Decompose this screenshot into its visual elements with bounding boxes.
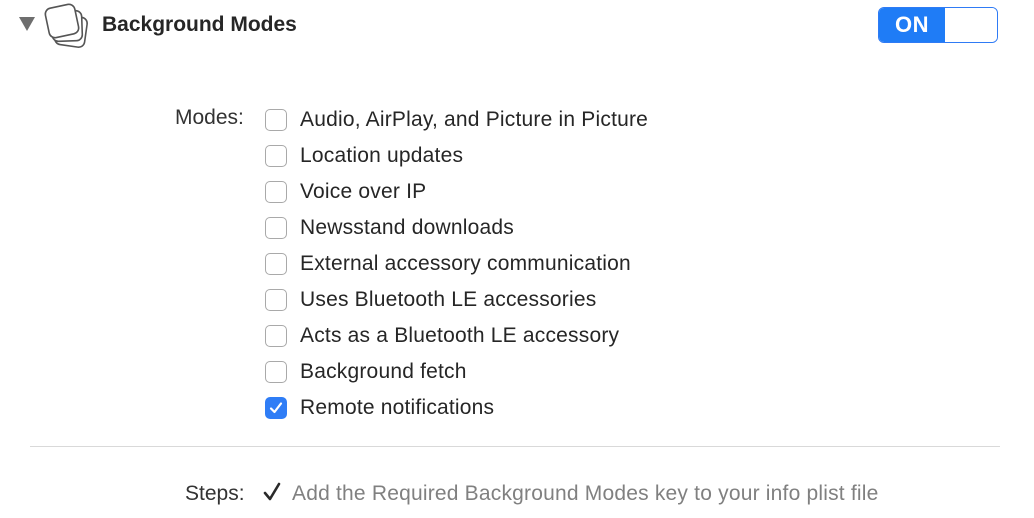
mode-label: Audio, AirPlay, and Picture in Picture (300, 108, 649, 131)
mode-audio-airplay-pip[interactable]: Audio, AirPlay, and Picture in Picture (265, 102, 865, 138)
mode-label: Uses Bluetooth LE accessories (300, 288, 597, 311)
checkmark-icon (269, 402, 283, 414)
modes-list: Audio, AirPlay, and Picture in Picture L… (265, 102, 865, 426)
mode-background-fetch[interactable]: Background fetch (265, 354, 865, 390)
checkmark-icon (263, 481, 281, 503)
checkbox[interactable] (265, 289, 287, 311)
mode-remote-notifications[interactable]: Remote notifications (265, 390, 865, 426)
mode-external-accessory[interactable]: External accessory communication (265, 246, 865, 282)
checkbox[interactable] (265, 361, 287, 383)
capability-toggle[interactable]: ON (878, 7, 998, 43)
checkbox[interactable] (265, 217, 287, 239)
capability-header: Background Modes ON (0, 0, 1034, 56)
disclosure-triangle-down-icon[interactable] (18, 16, 36, 32)
mode-label: External accessory communication (300, 252, 631, 275)
mode-voice-over-ip[interactable]: Voice over IP (265, 174, 865, 210)
mode-newsstand-downloads[interactable]: Newsstand downloads (265, 210, 865, 246)
checkbox-checked[interactable] (265, 397, 287, 419)
mode-location-updates[interactable]: Location updates (265, 138, 865, 174)
mode-label: Voice over IP (300, 180, 427, 203)
section-title: Background Modes (102, 13, 297, 36)
mode-label: Acts as a Bluetooth LE accessory (300, 324, 620, 347)
steps-label: Steps: (185, 482, 245, 505)
toggle-on-label: ON (879, 8, 945, 42)
mode-bluetooth-le-accessories[interactable]: Uses Bluetooth LE accessories (265, 282, 865, 318)
checkbox[interactable] (265, 109, 287, 131)
mode-label: Remote notifications (300, 396, 495, 419)
checkbox[interactable] (265, 325, 287, 347)
checkbox[interactable] (265, 253, 287, 275)
mode-label: Newsstand downloads (300, 216, 514, 239)
mode-label: Background fetch (300, 360, 467, 383)
checkbox[interactable] (265, 181, 287, 203)
step-text: Add the Required Background Modes key to… (292, 482, 879, 505)
mode-bluetooth-le-accessory[interactable]: Acts as a Bluetooth LE accessory (265, 318, 865, 354)
checkbox[interactable] (265, 145, 287, 167)
stacked-windows-icon (42, 2, 94, 52)
mode-label: Location updates (300, 144, 464, 167)
modes-label: Modes: (175, 106, 244, 129)
toggle-knob (945, 8, 997, 42)
divider (30, 446, 1000, 447)
